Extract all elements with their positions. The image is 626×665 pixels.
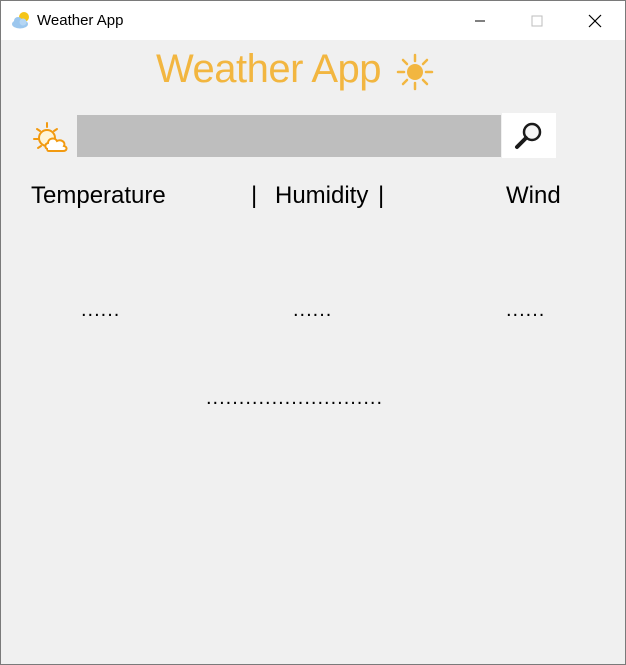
title-bar[interactable]: Weather App (1, 1, 625, 40)
app-window: Weather App Weather App Temperature | Hu… (0, 0, 626, 665)
humidity-value: ...... (293, 299, 333, 321)
search-button[interactable] (502, 113, 556, 158)
sun-icon (396, 53, 434, 91)
weather-app-icon (11, 10, 33, 30)
separator: | (251, 182, 258, 209)
temperature-label: Temperature (31, 182, 166, 209)
separator: | (378, 182, 385, 209)
maximize-button[interactable] (514, 1, 560, 40)
wind-label: Wind (506, 182, 561, 209)
app-heading: Weather App (156, 47, 382, 91)
weather-description: ........................... (206, 387, 384, 409)
close-icon (588, 14, 602, 27)
minimize-icon (475, 20, 485, 21)
search-icon (515, 122, 542, 149)
search-input[interactable] (77, 115, 501, 157)
close-button[interactable] (572, 1, 618, 40)
maximize-icon (531, 15, 543, 26)
minimize-button[interactable] (457, 1, 503, 40)
temperature-value: ...... (81, 299, 121, 321)
partly-cloudy-icon (33, 121, 71, 155)
humidity-label: Humidity (275, 182, 369, 209)
wind-value: ...... (506, 299, 546, 321)
window-title: Weather App (37, 12, 124, 29)
